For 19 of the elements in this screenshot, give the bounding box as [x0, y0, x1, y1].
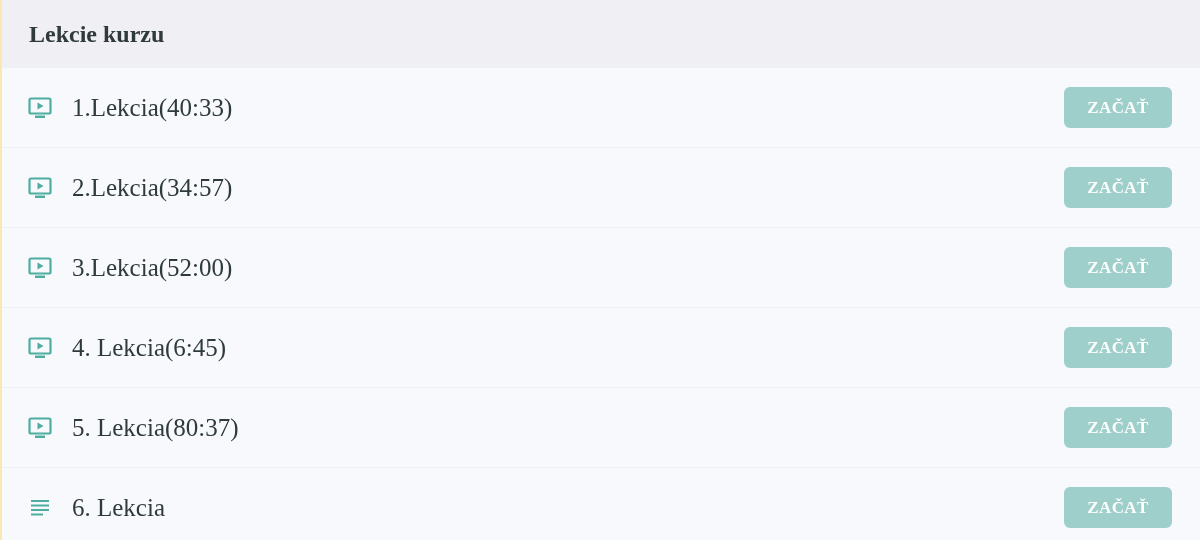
panel-title: Lekcie kurzu [29, 20, 165, 49]
lesson-title: 4. Lekcia(6:45) [72, 332, 227, 364]
start-button[interactable]: ZAČAŤ [1064, 327, 1172, 368]
start-button[interactable]: ZAČAŤ [1064, 87, 1172, 128]
start-button[interactable]: ZAČAŤ [1064, 247, 1172, 288]
start-button[interactable]: ZAČAŤ [1064, 407, 1172, 448]
video-icon [28, 96, 52, 119]
lesson-title: 2.Lekcia(34:57) [72, 172, 233, 203]
lesson-title: 3.Lekcia(52:00) [72, 252, 233, 283]
lesson-title: 5. Lekcia(80:37) [72, 412, 239, 444]
lesson-title: 6. Lekcia [72, 492, 165, 523]
video-icon [28, 416, 52, 439]
text-lines-icon [28, 497, 52, 518]
video-icon [28, 256, 52, 279]
start-button[interactable]: ZAČAŤ [1064, 167, 1172, 208]
start-button[interactable]: ZAČAŤ [1064, 487, 1172, 528]
lesson-title: 1.Lekcia(40:33) [72, 92, 233, 123]
video-icon [28, 336, 52, 359]
video-icon [28, 176, 52, 199]
